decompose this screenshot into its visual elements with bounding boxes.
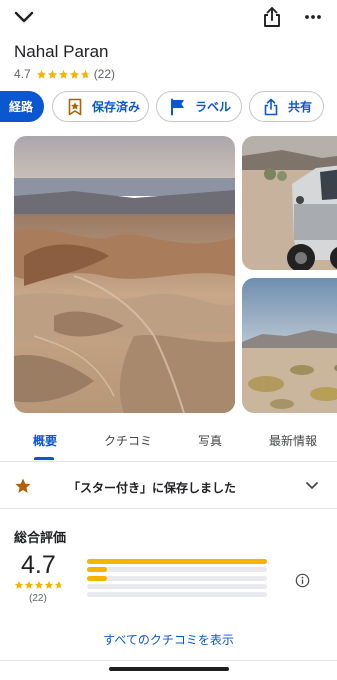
ratings-section-title: 総合評価 (14, 530, 67, 545)
share-icon (264, 98, 278, 115)
share-button[interactable]: 共有 (249, 91, 324, 122)
tab-overview[interactable]: 概要 (33, 432, 57, 449)
rating-bar-fill (87, 567, 107, 573)
star-icon (58, 69, 69, 80)
saved-label: 保存済み (92, 100, 141, 114)
saved-notice-text: 「スター付き」に保存しました (68, 481, 237, 495)
label-button[interactable]: ラベル (156, 91, 242, 122)
flag-icon (171, 98, 184, 115)
active-tab-indicator (34, 457, 54, 460)
label-label: ラベル (195, 100, 232, 114)
saved-button[interactable]: 保存済み (52, 91, 149, 122)
saved-list-row[interactable]: 「スター付き」に保存しました (0, 463, 337, 509)
secondary-photo-bottom[interactable] (242, 278, 337, 413)
more-horizontal-icon[interactable] (302, 8, 324, 26)
rating-bar-2 (87, 583, 267, 589)
review-count: (22) (93, 67, 116, 81)
jeep-desert-image (242, 136, 337, 270)
info-icon[interactable] (295, 573, 310, 588)
photo-gallery (0, 136, 337, 414)
star-icon (14, 477, 32, 495)
rating-bar-3 (87, 575, 267, 581)
star-icon (80, 69, 91, 80)
rating-summary[interactable]: 4.7 (22) (14, 66, 115, 82)
rating-bar-1 (87, 592, 267, 598)
directions-button[interactable]: 経路 (0, 91, 44, 122)
star-icon (47, 69, 58, 80)
rating-distribution (87, 559, 267, 600)
chevron-down-icon[interactable] (12, 6, 36, 28)
star-icon (14, 580, 24, 590)
tab-photos[interactable]: 写真 (198, 432, 222, 449)
rating-value: 4.7 (14, 67, 31, 81)
rating-stars (36, 69, 91, 80)
rating-bar-5 (87, 559, 267, 564)
star-icon (36, 69, 47, 80)
place-tabs: 概要 クチコミ 写真 最新情報 (0, 428, 337, 462)
average-rating-stars (14, 580, 64, 590)
directions-label: 経路 (9, 100, 34, 114)
main-photo[interactable] (14, 136, 235, 413)
tab-updates[interactable]: 最新情報 (269, 432, 317, 449)
share-label: 共有 (288, 100, 313, 114)
average-rating: 4.7 (21, 551, 56, 579)
action-chips: 経路 保存済み ラベル 共有 (0, 91, 337, 123)
desert-plain-image (242, 278, 337, 413)
star-icon (54, 580, 64, 590)
star-icon (34, 580, 44, 590)
star-icon (24, 580, 34, 590)
rating-bar-4 (87, 567, 267, 573)
bookmark-star-icon (68, 98, 82, 115)
top-bar (0, 0, 337, 34)
rating-bar-fill (87, 575, 107, 581)
divider (0, 660, 337, 661)
star-icon (69, 69, 80, 80)
secondary-photo-top[interactable] (242, 136, 337, 270)
desert-canyon-image (14, 136, 235, 413)
chevron-down-icon[interactable] (303, 478, 321, 494)
rating-bar-fill (87, 559, 267, 564)
share-icon[interactable] (261, 5, 283, 29)
place-title: Nahal Paran (14, 42, 109, 61)
tab-reviews[interactable]: クチコミ (104, 432, 152, 449)
ratings-count: (22) (29, 593, 47, 604)
home-indicator (109, 667, 229, 671)
star-icon (44, 580, 54, 590)
see-all-reviews-link[interactable]: すべてのクチコミを表示 (0, 631, 337, 648)
